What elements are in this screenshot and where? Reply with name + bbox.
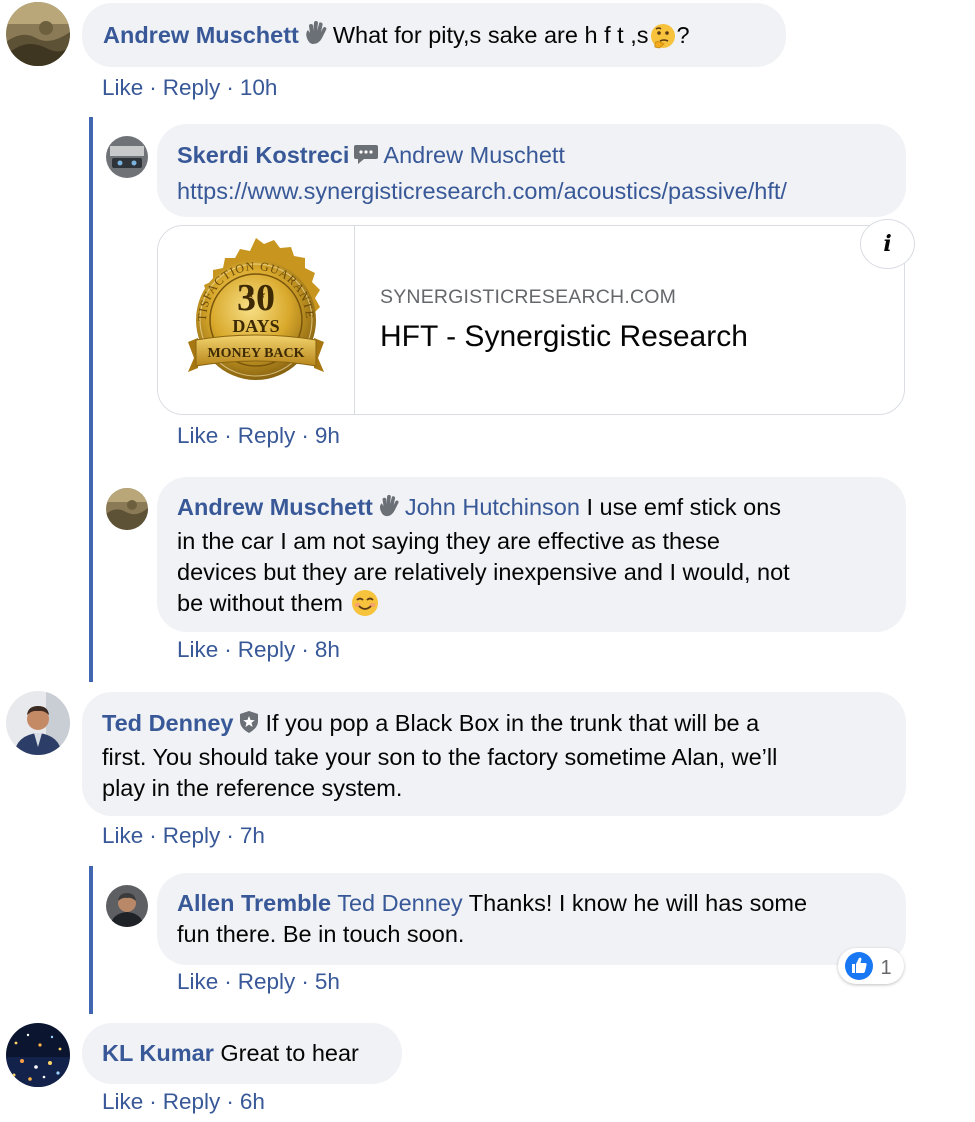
money-back-seal-icon: SATISFACTION GUARANTEED ★ ★ 30 DAYS MONE… xyxy=(158,226,324,380)
timestamp[interactable]: 6h xyxy=(240,1089,265,1114)
comment-author[interactable]: Ted Denney xyxy=(102,710,233,736)
timestamp[interactable]: 9h xyxy=(315,423,340,448)
comment-author[interactable]: Skerdi Kostreci xyxy=(177,142,349,168)
comment-text: in the car I am not saying they are effe… xyxy=(177,528,720,554)
comment-text: What for pity,s sake are h f t ,s xyxy=(332,22,649,48)
comment-text: fun there. Be in touch soon. xyxy=(177,921,465,947)
avatar[interactable] xyxy=(6,2,70,66)
timestamp[interactable]: 7h xyxy=(240,823,265,848)
reply-link[interactable]: Reply xyxy=(163,75,221,100)
comment-text: be without them xyxy=(177,590,343,616)
preview-image: SATISFACTION GUARANTEED ★ ★ 30 DAYS MONE… xyxy=(158,226,355,414)
info-icon[interactable]: i xyxy=(860,219,915,269)
comment-actions: Like · Reply · 5h xyxy=(177,969,340,994)
reply-link[interactable]: Reply xyxy=(163,823,221,848)
comment-bubble: Andrew Muschett John Hutchinson I use emf… xyxy=(157,477,906,632)
avatar[interactable] xyxy=(106,136,148,178)
comment-text: Great to hear xyxy=(220,1040,359,1066)
comment-text-end: ? xyxy=(676,22,690,48)
reaction-count: 1 xyxy=(880,957,892,979)
like-link[interactable]: Like xyxy=(177,637,218,662)
badge-number: 30 xyxy=(237,277,275,319)
comment-text: I use emf stick ons xyxy=(586,494,782,520)
like-link[interactable]: Like xyxy=(102,75,143,100)
comment-bubble: Andrew Muschett What for pity,s sake are … xyxy=(82,3,786,67)
comment-text: Thanks! I know he will has some xyxy=(468,890,808,916)
comment-text: play in the reference system. xyxy=(102,775,403,801)
reaction-summary[interactable]: 1 xyxy=(838,948,904,984)
like-link[interactable]: Like xyxy=(102,1089,143,1114)
comment-bubble: Allen Tremble Ted Denney Thanks! I know … xyxy=(157,873,906,965)
reply-thread-line xyxy=(89,866,93,1014)
link-preview-card[interactable]: SATISFACTION GUARANTEED ★ ★ 30 DAYS MONE… xyxy=(157,225,905,415)
comment-bubble: Ted Denney If you pop a Black Box in the … xyxy=(82,692,906,816)
comment-actions: Like · Reply · 9h xyxy=(177,423,340,448)
comment-text: If you pop a Black Box in the trunk that… xyxy=(265,710,760,736)
comment-actions: Like · Reply · 10h xyxy=(102,75,278,100)
wave-hand-icon xyxy=(303,20,329,54)
comment-text: devices but they are relatively inexpens… xyxy=(177,559,790,585)
timestamp[interactable]: 10h xyxy=(240,75,278,100)
reply-thread-line xyxy=(89,117,93,682)
preview-title: HFT - Synergistic Research xyxy=(380,320,748,353)
comment-bubble: Skerdi Kostreci Andrew Muschett https://w… xyxy=(157,124,906,217)
comment-author[interactable]: Andrew Muschett xyxy=(177,494,373,520)
reply-link[interactable]: Reply xyxy=(238,637,296,662)
like-link[interactable]: Like xyxy=(102,823,143,848)
comment-actions: Like · Reply · 7h xyxy=(102,823,265,848)
comment-text: first. You should take your son to the f… xyxy=(102,744,778,770)
like-reaction-icon xyxy=(844,951,874,986)
comment-actions: Like · Reply · 8h xyxy=(177,637,340,662)
like-link[interactable]: Like xyxy=(177,423,218,448)
mention-link[interactable]: Ted Denney xyxy=(337,890,462,916)
comment-actions: Like · Reply · 6h xyxy=(102,1089,265,1114)
timestamp[interactable]: 5h xyxy=(315,969,340,994)
comment-bubble: KL Kumar Great to hear xyxy=(82,1023,402,1084)
smiling-face-icon xyxy=(351,589,379,625)
badge-days: DAYS xyxy=(232,316,279,336)
mention-link[interactable]: Andrew Muschett xyxy=(383,142,565,168)
avatar[interactable] xyxy=(106,488,148,530)
comment-author[interactable]: Andrew Muschett xyxy=(103,22,299,48)
badge-ribbon: MONEY BACK xyxy=(207,346,304,361)
wave-hand-icon xyxy=(377,494,401,526)
thinking-face-icon xyxy=(650,23,676,57)
avatar[interactable] xyxy=(6,691,70,755)
avatar[interactable] xyxy=(6,1023,70,1087)
like-link[interactable]: Like xyxy=(177,969,218,994)
timestamp[interactable]: 8h xyxy=(315,637,340,662)
avatar[interactable] xyxy=(106,885,148,927)
comment-author[interactable]: Allen Tremble xyxy=(177,890,331,916)
shield-badge-icon xyxy=(237,710,261,742)
reply-link[interactable]: Reply xyxy=(238,969,296,994)
mention-link[interactable]: John Hutchinson xyxy=(405,494,580,520)
reply-link[interactable]: Reply xyxy=(163,1089,221,1114)
preview-domain: SYNERGISTICRESEARCH.COM xyxy=(380,286,677,308)
url-link[interactable]: https://www.synergisticresearch.com/acou… xyxy=(177,176,886,207)
comment-author[interactable]: KL Kumar xyxy=(102,1040,214,1066)
conversation-starter-icon xyxy=(353,142,379,174)
reply-link[interactable]: Reply xyxy=(238,423,296,448)
